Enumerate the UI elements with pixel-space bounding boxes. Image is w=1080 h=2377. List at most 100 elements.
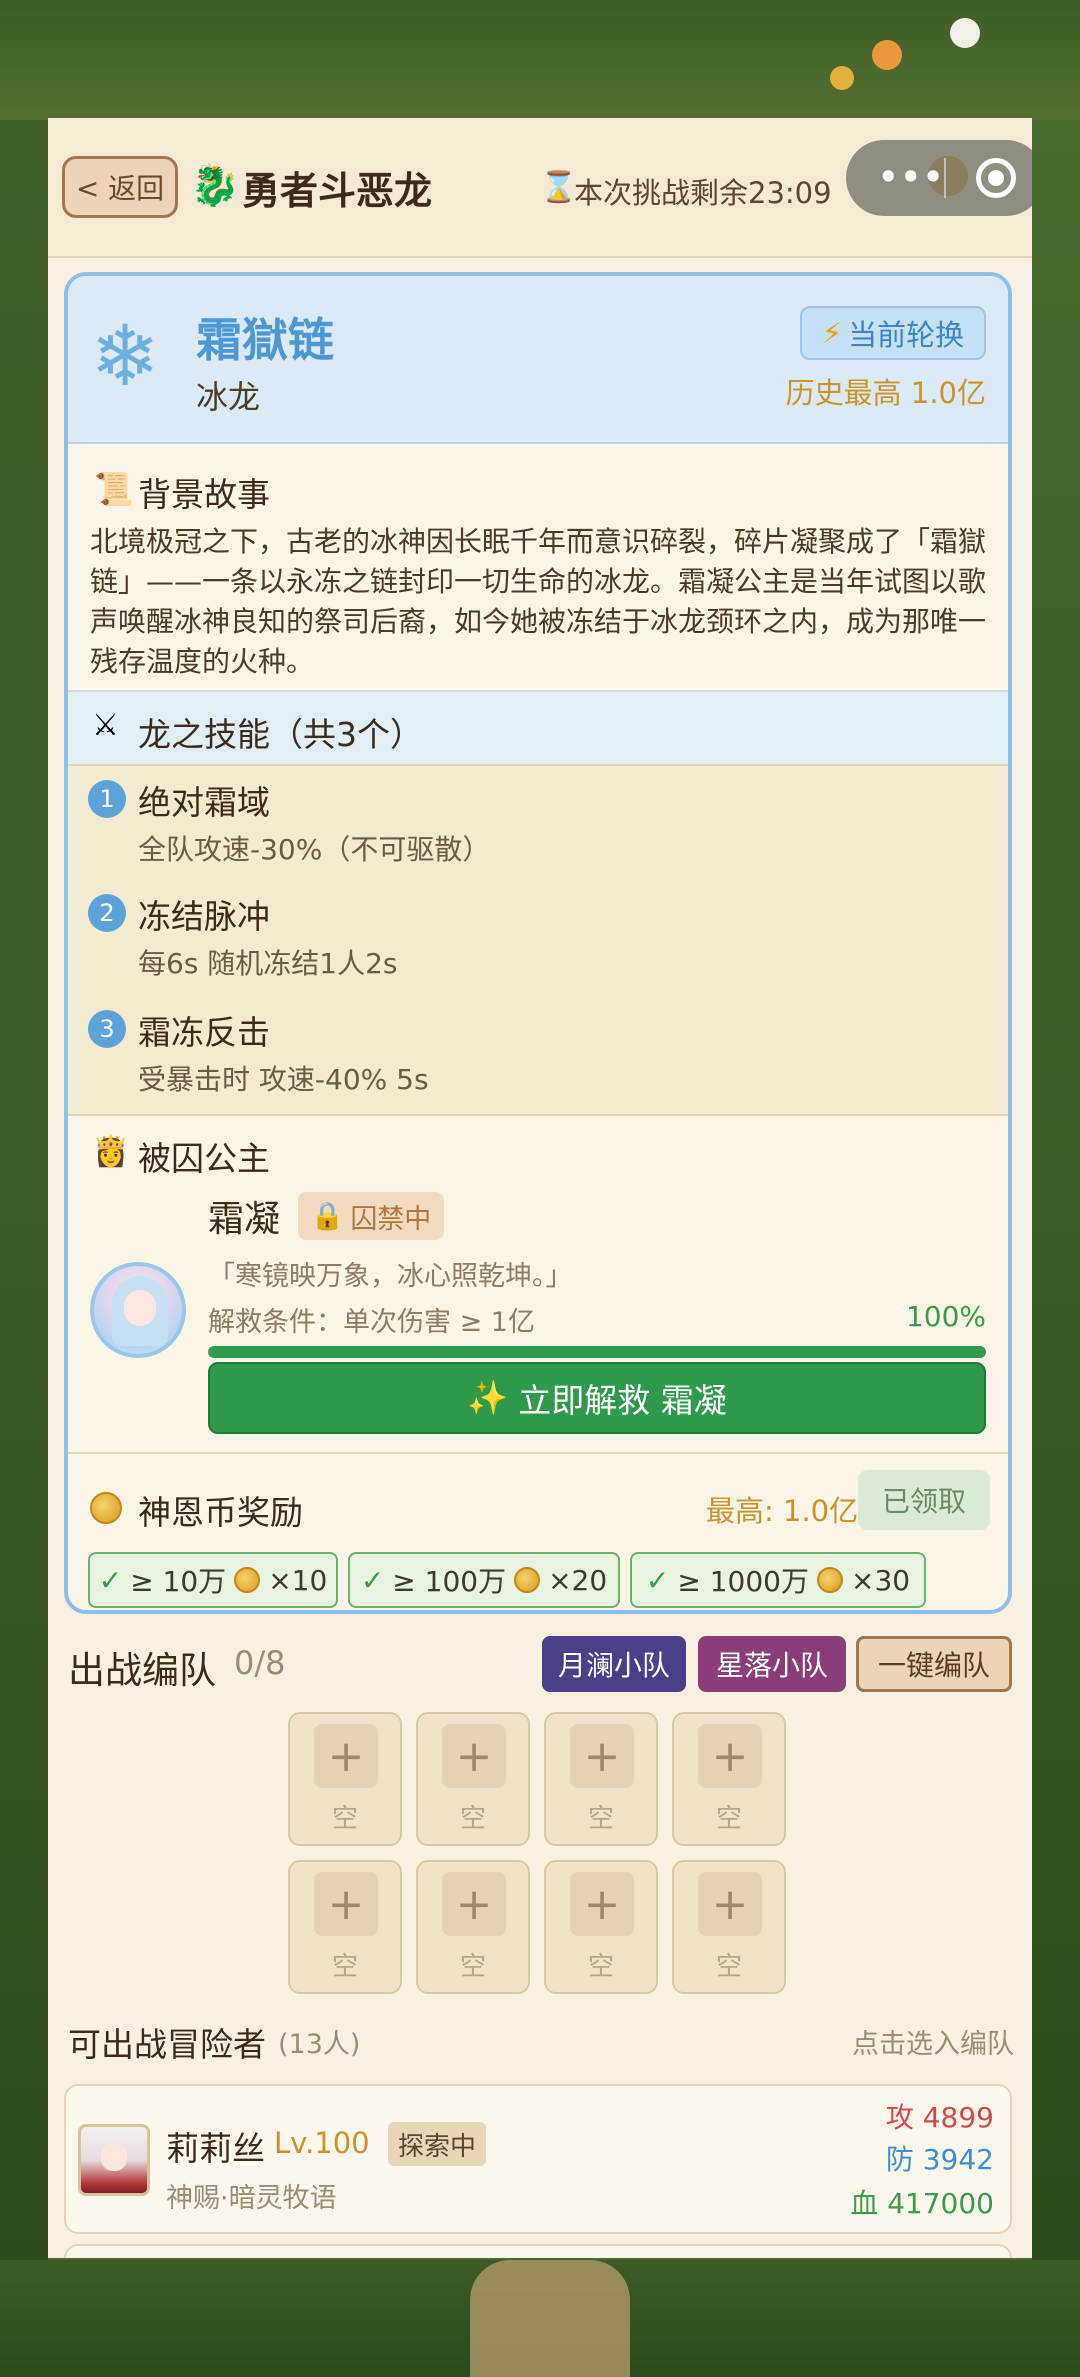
rotation-label: 当前轮换 — [848, 318, 965, 352]
lightning-icon: ⚡ — [821, 316, 843, 350]
add-icon: + — [442, 1872, 506, 1936]
claimed-button[interactable]: 已领取 — [858, 1470, 990, 1530]
imprisoned-label: 囚禁中 — [350, 1203, 432, 1235]
check-icon: ✓ — [98, 1563, 123, 1597]
background-grass-top — [0, 0, 1080, 120]
slot-label: 空 — [587, 1804, 614, 1834]
add-icon: + — [570, 1872, 634, 1936]
rescue-progress-label: 100% — [905, 1300, 986, 1333]
team-slot[interactable]: + 空 — [672, 1712, 786, 1846]
available-count: (13人) — [278, 2029, 361, 2060]
available-title: 可出战冒险者 — [68, 2025, 266, 2064]
skill-desc: 全队攻速-30%（不可驱散） — [138, 833, 491, 866]
dragon-icon: 🐉 — [190, 163, 240, 209]
add-icon: + — [314, 1872, 378, 1936]
skill-name: 霜冻反击 — [138, 1013, 270, 1052]
background-grass-left — [0, 120, 48, 2260]
add-icon: + — [698, 1724, 762, 1788]
coin-icon — [514, 1567, 541, 1593]
dragon-name: 霜獄链 — [196, 313, 334, 367]
team-slot[interactable]: + 空 — [544, 1712, 658, 1846]
lock-icon: 🔒 — [310, 1201, 345, 1232]
team-slot[interactable]: + 空 — [544, 1860, 658, 1994]
princess-name: 霜凝 — [208, 1199, 281, 1240]
tier-amount: ×30 — [851, 1563, 911, 1597]
skill-name: 绝对霜域 — [138, 783, 270, 822]
coin-icon — [90, 1492, 122, 1524]
skill-number-badge: 1 — [88, 780, 126, 818]
skill-name: 冻结脉冲 — [138, 897, 270, 936]
mini-program-capsule: ••• — [846, 140, 1032, 216]
imprisoned-badge: 🔒 囚禁中 — [298, 1192, 444, 1240]
adventurer-avatar — [78, 2124, 150, 2196]
team-slot[interactable]: + 空 — [416, 1712, 530, 1846]
team-slot[interactable]: + 空 — [672, 1860, 786, 1994]
adventurer-level: Lv.100 — [274, 2126, 370, 2160]
adventurer-status-badge: 探索中 — [388, 2122, 487, 2166]
rotation-badge: ⚡ 当前轮换 — [800, 306, 986, 360]
flower-decoration — [830, 66, 854, 90]
add-icon: + — [314, 1724, 378, 1788]
slot-label: 空 — [587, 1952, 614, 1982]
add-icon: + — [442, 1724, 506, 1788]
crossed-swords-icon: ⚔ — [92, 708, 119, 743]
slot-label: 空 — [715, 1952, 742, 1982]
adventurer-defense: 防 3942 — [885, 2143, 994, 2176]
princess-section-title: 被囚公主 — [138, 1139, 270, 1178]
princess-avatar — [90, 1262, 186, 1358]
challenge-countdown: 本次挑战剩余23:09 — [574, 176, 832, 210]
princess-quote: 「寒镜映万象，冰心照乾坤。」 — [208, 1261, 573, 1292]
rescue-condition: 解救条件：单次伤害 ≥ 1亿 — [208, 1307, 535, 1338]
story-text: 北境极冠之下，古老的冰神因长眠千年而意识碎裂，碎片凝聚成了「霜獄链」——一条以永… — [90, 525, 987, 678]
tier-amount: ×10 — [268, 1563, 328, 1597]
section-divider — [68, 1452, 1008, 1454]
slot-label: 空 — [331, 1804, 358, 1834]
reward-title: 神恩币奖励 — [138, 1493, 303, 1532]
challenge-panel: < 返回 🐉 勇者斗恶龙 ⌛ 本次挑战剩余23:09 ••• ❄ 霜獄链 冰龙 … — [48, 118, 1032, 2258]
scroll-icon: 📜 — [94, 470, 134, 508]
team-slot[interactable]: + 空 — [416, 1860, 530, 1994]
coin-icon — [234, 1567, 261, 1593]
dragon-card: ❄ 霜獄链 冰龙 ⚡ 当前轮换 历史最高 1.0亿 📜 背景故事 北境极冠之下，… — [64, 272, 1012, 1614]
rescue-progress-fill — [208, 1346, 986, 1358]
back-button[interactable]: < 返回 — [62, 156, 178, 218]
more-menu-icon[interactable]: ••• — [878, 158, 945, 196]
team-count: 0/8 — [234, 1644, 286, 1682]
tier-threshold: ≥ 100万 — [392, 1565, 507, 1598]
reward-tier: ✓ ≥ 1000万 ×30 — [630, 1552, 926, 1608]
slot-label: 空 — [459, 1804, 486, 1834]
available-hint: 点击选入编队 — [852, 2029, 1014, 2060]
adventurer-attack: 攻 4899 — [885, 2101, 994, 2134]
skills-title: 龙之技能（共3个） — [138, 715, 423, 754]
tier-threshold: ≥ 10万 — [130, 1565, 227, 1598]
header-bar: < 返回 🐉 勇者斗恶龙 ⌛ 本次挑战剩余23:09 ••• — [48, 118, 1032, 258]
adventurer-card-partial[interactable] — [64, 2244, 1012, 2258]
squad-starfall-button[interactable]: 星落小队 — [698, 1636, 846, 1692]
auto-formation-button[interactable]: 一键编队 — [856, 1636, 1012, 1692]
history-best: 历史最高 1.0亿 — [785, 376, 986, 410]
adventurer-card[interactable]: 莉莉丝 Lv.100 探索中 神赐·暗灵牧语 攻 4899 防 3942 血 4… — [64, 2084, 1012, 2234]
squad-moonlan-button[interactable]: 月澜小队 — [542, 1636, 686, 1692]
rescue-button[interactable]: ✨ 立即解救 霜凝 — [208, 1362, 986, 1434]
skill-number-badge: 2 — [88, 894, 126, 932]
dragon-header: ❄ 霜獄链 冰龙 ⚡ 当前轮换 历史最高 1.0亿 — [68, 276, 1008, 444]
sparkle-icon: ✨ — [467, 1378, 509, 1417]
slot-label: 空 — [459, 1952, 486, 1982]
reward-max: 最高: 1.0亿 — [706, 1494, 859, 1528]
snowflake-icon: ❄ — [90, 307, 161, 405]
rescue-button-label: 立即解救 霜凝 — [518, 1381, 727, 1420]
team-slot[interactable]: + 空 — [288, 1712, 402, 1846]
skills-list: 1 绝对霜域 全队攻速-30%（不可驱散） 2 冻结脉冲 每6s 随机冻结1人2… — [68, 764, 1008, 1116]
close-mini-program-icon[interactable] — [976, 158, 1016, 198]
slot-label: 空 — [715, 1804, 742, 1834]
tier-threshold: ≥ 1000万 — [677, 1565, 809, 1598]
skill-desc: 每6s 随机冻结1人2s — [138, 947, 398, 980]
check-icon: ✓ — [360, 1563, 385, 1597]
team-slot[interactable]: + 空 — [288, 1860, 402, 1994]
reward-tier: ✓ ≥ 10万 ×10 — [88, 1552, 338, 1608]
adventurer-name: 莉莉丝 — [166, 2129, 265, 2168]
add-icon: + — [570, 1724, 634, 1788]
add-icon: + — [698, 1872, 762, 1936]
check-icon: ✓ — [645, 1563, 670, 1597]
background-grass-right — [1032, 120, 1080, 2260]
